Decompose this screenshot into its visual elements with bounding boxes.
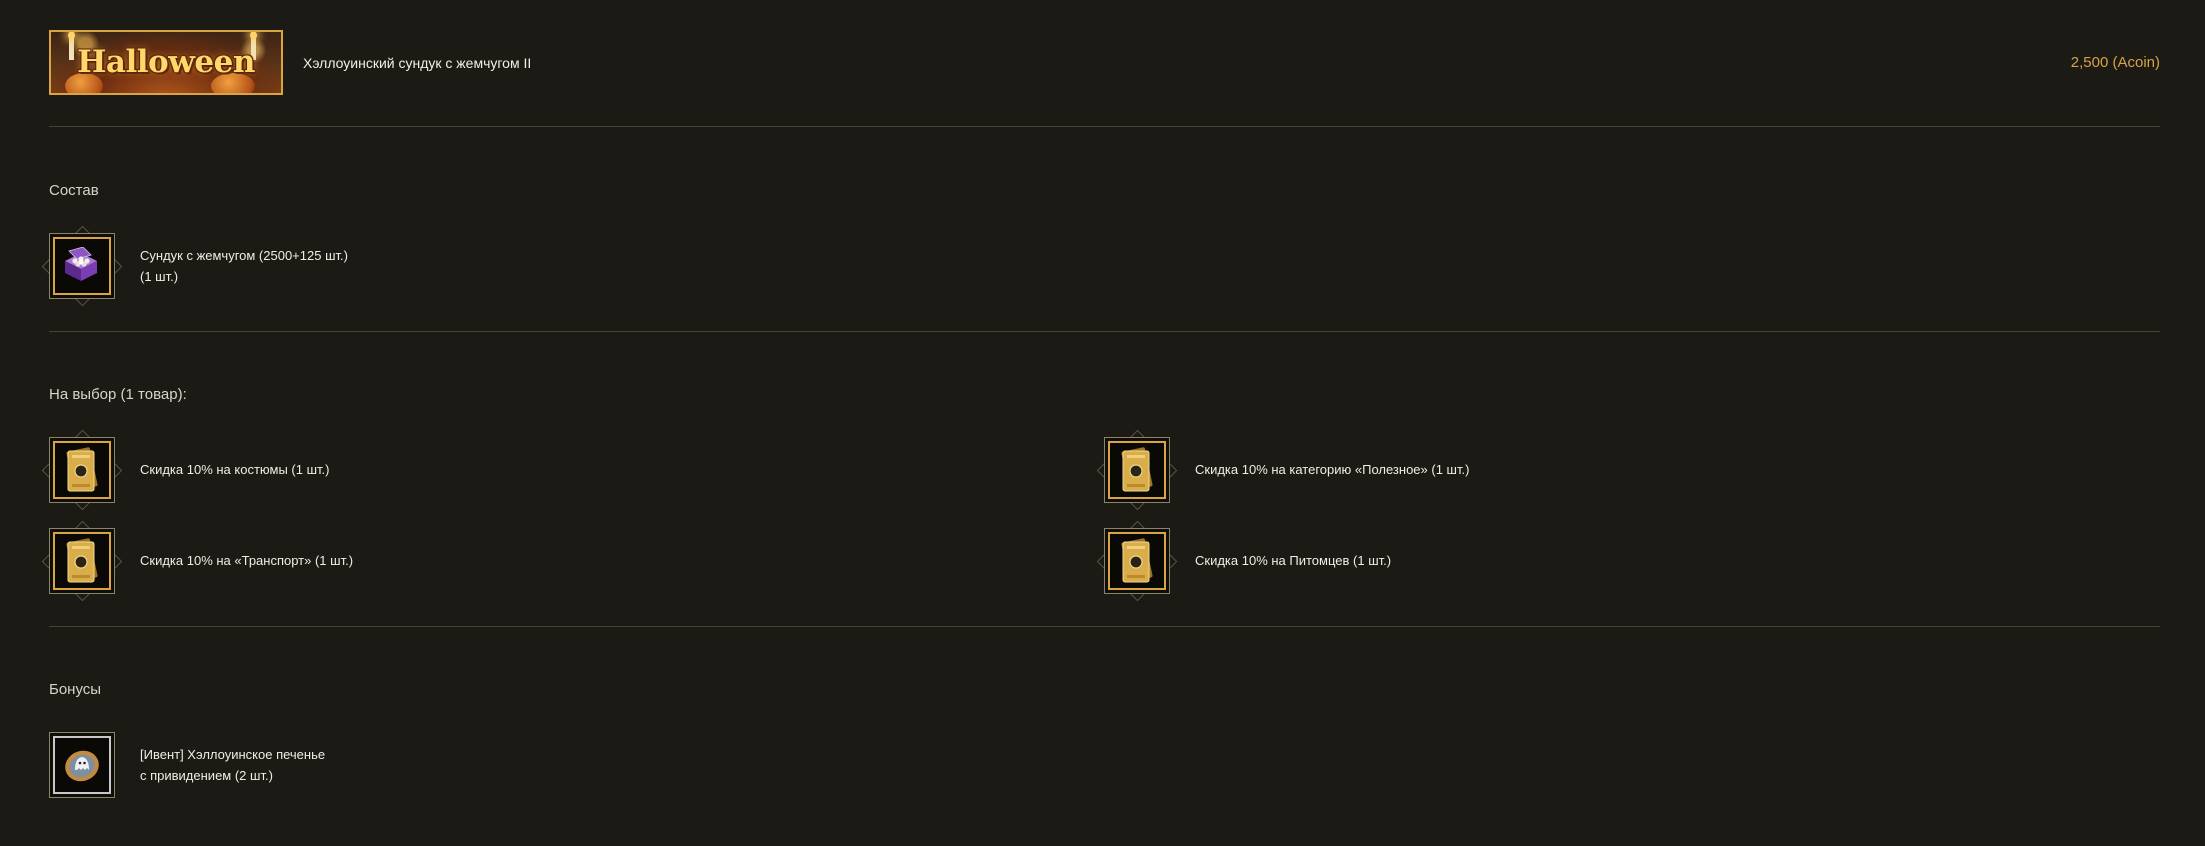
slot-inner [53,736,111,794]
ghost-cookie-line1: [Ивент] Хэллоуинское печенье [140,747,326,762]
divider [49,126,2160,127]
bonuses-title: Бонусы [49,681,102,698]
slot-inner [53,441,111,499]
product-name: Хэллоуинский сундук с жемчугом II [303,55,532,71]
item-slot-ghost-cookie[interactable] [49,732,115,798]
discount-ticket-icon [1121,447,1153,492]
item-slot-discount-transport[interactable] [41,520,123,602]
slot-inner [53,532,111,590]
ghost-cookie-icon [65,750,99,782]
pearl-chest-line1: Сундук с жемчугом (2500+125 шт.) [140,248,348,263]
discount-ticket-icon [66,538,98,583]
divider [49,331,2160,332]
pearl-chest-icon [65,247,97,281]
halloween-banner: Halloween [49,30,283,95]
discount-useful-label: Скидка 10% на категорию «Полезное» (1 шт… [1195,462,1470,477]
choice-title: На выбор (1 товар): [49,386,187,403]
discount-transport-label: Скидка 10% на «Транспорт» (1 шт.) [140,553,354,568]
slot-inner [1108,441,1166,499]
item-slot-pearl-chest[interactable] [41,225,123,307]
discount-ticket-icon [1121,538,1153,583]
discount-costumes-label: Скидка 10% на костюмы (1 шт.) [140,462,330,477]
discount-pets-label: Скидка 10% на Питомцев (1 шт.) [1195,553,1392,568]
composition-title: Состав [49,182,99,199]
divider [49,626,2160,627]
item-slot-discount-useful[interactable] [1096,429,1178,511]
product-detail-panel: Halloween Хэллоуинский сундук с жемчугом… [41,0,2160,846]
pearl-chest-label: Сундук с жемчугом (2500+125 шт.) (1 шт.) [140,245,348,287]
slot-inner [1108,532,1166,590]
product-price: 2,500 (Acoin) [2070,54,2160,71]
banner-title: Halloween [77,44,255,80]
item-slot-discount-costumes[interactable] [41,429,123,511]
ghost-cookie-label: [Ивент] Хэллоуинское печенье с привидени… [140,744,325,786]
discount-ticket-icon [66,447,98,492]
item-slot-discount-pets[interactable] [1096,520,1178,602]
ghost-cookie-line2: с привидением (2 шт.) [140,768,273,783]
slot-inner [53,237,111,295]
pearl-chest-line2: (1 шт.) [140,269,179,284]
